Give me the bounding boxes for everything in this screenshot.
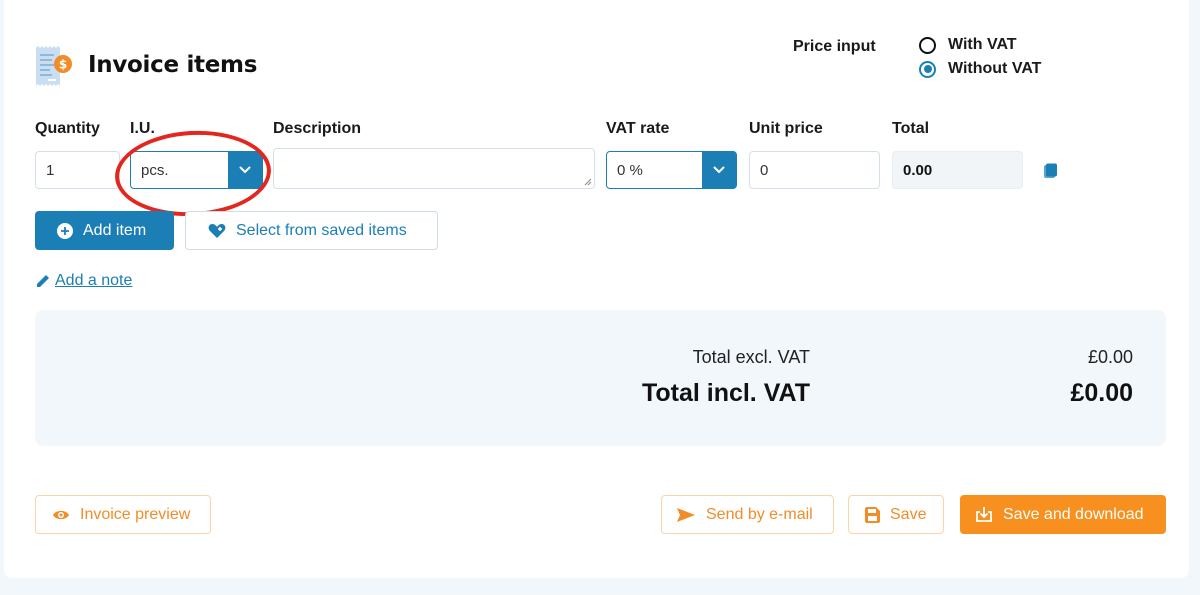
chevron-down-icon (713, 166, 725, 174)
add-note-label: Add a note (55, 272, 133, 289)
radio-button-unchecked[interactable] (919, 36, 936, 54)
unit-price-value: 0 (760, 161, 769, 179)
total-value: 0.00 (903, 161, 933, 179)
radio-label: With VAT (948, 36, 1017, 53)
trash-icon[interactable] (1044, 163, 1057, 179)
quantity-input[interactable]: 1 (35, 151, 120, 189)
vat-rate-dropdown-button[interactable] (702, 151, 736, 189)
select-saved-items-button[interactable]: Select from saved items (185, 211, 438, 250)
invoice-receipt-icon: $ (36, 46, 72, 86)
heart-plus-icon (208, 223, 226, 238)
send-by-email-button[interactable]: Send by e-mail (661, 495, 834, 534)
add-item-button[interactable]: Add item (35, 211, 174, 250)
eye-icon (53, 510, 69, 519)
save-label: Save (890, 505, 927, 523)
total-excl-vat-label: Total excl. VAT (692, 347, 810, 367)
vat-rate-value: 0 % (617, 161, 643, 179)
resize-handle-icon[interactable] (584, 178, 592, 186)
total-incl-vat-label: Total incl. VAT (641, 379, 810, 407)
quantity-value: 1 (46, 161, 55, 179)
column-label-vat-rate: VAT rate (606, 120, 670, 137)
add-item-label: Add item (83, 221, 147, 239)
download-icon (976, 507, 992, 522)
price-input-label: Price input (793, 38, 876, 55)
column-label-unit: I.U. (130, 120, 155, 137)
floppy-disk-icon (865, 506, 880, 523)
plus-circle-icon (57, 222, 73, 239)
total-field: 0.00 (892, 151, 1023, 189)
column-label-description: Description (273, 120, 362, 137)
save-and-download-label: Save and download (1003, 505, 1144, 523)
radio-with-vat[interactable]: With VAT (919, 36, 1017, 54)
radio-label: Without VAT (948, 60, 1042, 77)
add-note-link[interactable]: Add a note (35, 272, 132, 290)
unit-price-input[interactable]: 0 (749, 151, 880, 189)
unit-dropdown-button[interactable] (228, 151, 262, 189)
page-title: Invoice items (88, 52, 258, 78)
invoice-preview-button[interactable]: Invoice preview (35, 495, 211, 534)
totals-summary: Total excl. VAT £0.00 Total incl. VAT £0… (35, 310, 1166, 446)
svg-text:$: $ (59, 58, 67, 72)
send-by-email-label: Send by e-mail (706, 505, 813, 523)
radio-button-checked[interactable] (919, 60, 936, 78)
column-label-unit-price: Unit price (749, 120, 823, 137)
total-incl-vat-value: £0.00 (1070, 379, 1133, 407)
invoice-items-card: $ Invoice items Price input With VAT Wit… (4, 0, 1189, 578)
radio-without-vat[interactable]: Without VAT (919, 60, 1041, 78)
unit-select[interactable]: pcs. (130, 151, 263, 189)
save-button[interactable]: Save (848, 495, 944, 534)
description-textarea[interactable] (273, 148, 595, 189)
invoice-preview-label: Invoice preview (80, 505, 191, 523)
vat-rate-select[interactable]: 0 % (606, 151, 737, 189)
unit-value: pcs. (141, 161, 169, 179)
save-and-download-button[interactable]: Save and download (960, 495, 1166, 534)
send-icon (677, 507, 695, 522)
select-saved-items-label: Select from saved items (236, 221, 407, 239)
column-label-quantity: Quantity (35, 120, 100, 137)
column-label-total: Total (892, 120, 930, 137)
pencil-icon (37, 275, 49, 287)
total-excl-vat-value: £0.00 (1087, 347, 1133, 367)
chevron-down-icon (239, 166, 251, 174)
